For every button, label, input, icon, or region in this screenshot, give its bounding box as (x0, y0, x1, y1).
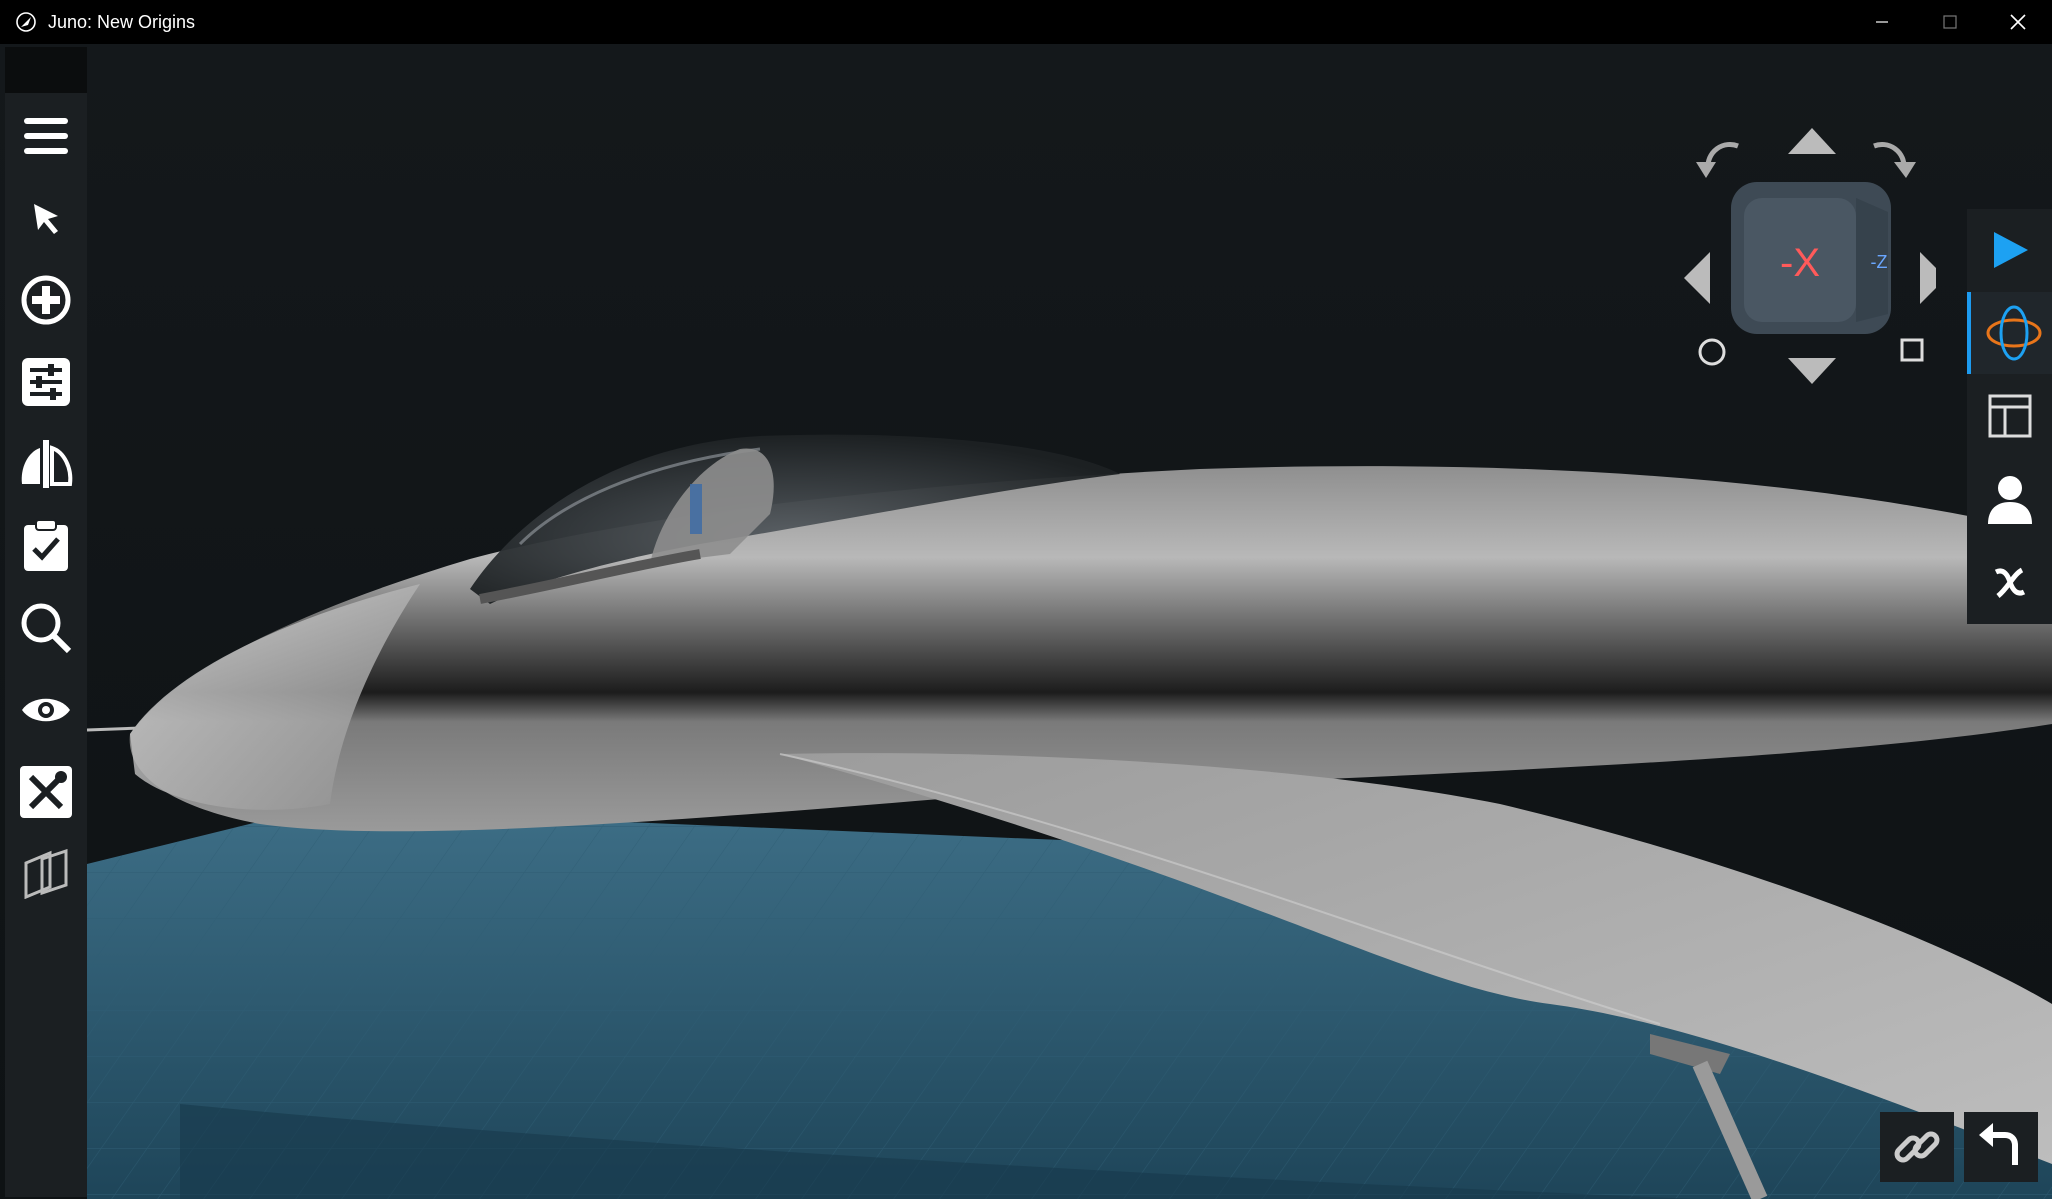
app-icon (16, 12, 36, 32)
symmetry-button[interactable] (13, 431, 79, 497)
layered-views-icon (24, 849, 68, 899)
minimize-icon (1876, 21, 1888, 23)
close-button[interactable] (1984, 0, 2052, 44)
add-part-button[interactable] (13, 267, 79, 333)
orbit-view-button[interactable] (1967, 292, 2052, 374)
left-toolbar (5, 47, 87, 1197)
hamburger-menu-icon (24, 118, 68, 154)
rotate-right-icon[interactable] (1873, 141, 1916, 178)
search-button[interactable] (13, 595, 79, 661)
play-icon (1993, 232, 2028, 268)
cube-face-label: -X (1780, 241, 1820, 285)
close-icon (2010, 14, 2026, 30)
maximize-button[interactable] (1916, 0, 1984, 44)
right-toolbar (1967, 209, 2052, 624)
pan-up-icon[interactable] (1788, 128, 1836, 154)
link-button[interactable] (1880, 1112, 1954, 1182)
perspective-icon[interactable] (1698, 338, 1726, 366)
checklist-button[interactable] (13, 513, 79, 579)
link-icon (1894, 1131, 1940, 1163)
search-icon (21, 603, 72, 654)
launch-button[interactable] (1967, 209, 2052, 291)
view-navigation-cube[interactable]: -X -Z (1676, 118, 1936, 398)
app-window: Juno: New Origins -X -Z (0, 0, 2052, 1199)
properties-button[interactable] (13, 349, 79, 415)
menu-button[interactable] (13, 103, 79, 169)
variables-button[interactable] (1967, 541, 2052, 623)
rotate-left-icon[interactable] (1696, 141, 1739, 178)
cube-side-label: -Z (1871, 252, 1888, 272)
wrench-screwdriver-icon (20, 766, 72, 818)
undo-button[interactable] (1964, 1112, 2038, 1182)
view-button[interactable] (13, 677, 79, 743)
pan-right-icon[interactable] (1920, 252, 1936, 304)
sliders-icon (22, 358, 70, 406)
crew-button[interactable] (1967, 458, 2052, 540)
layout-panel-icon (1988, 394, 2031, 438)
orbit-icon (1986, 305, 2041, 361)
designer-viewport[interactable]: -X -Z (0, 44, 2052, 1199)
tools-button[interactable] (13, 759, 79, 825)
pan-left-icon[interactable] (1684, 252, 1710, 304)
select-tool-button[interactable] (13, 185, 79, 251)
person-icon (1987, 476, 2032, 524)
toolbar-header (5, 47, 87, 93)
layout-button[interactable] (1967, 375, 2052, 457)
pan-down-icon[interactable] (1788, 358, 1836, 384)
eye-icon (22, 698, 70, 722)
minimize-button[interactable] (1848, 0, 1916, 44)
symmetry-icon (21, 440, 73, 488)
views-panel-button[interactable] (13, 841, 79, 907)
maximize-icon (1943, 15, 1957, 29)
title-bar: Juno: New Origins (0, 0, 2052, 44)
window-title: Juno: New Origins (48, 11, 196, 32)
orthographic-icon[interactable] (1900, 338, 1924, 362)
clipboard-check-icon (24, 519, 68, 571)
variable-x-icon (1994, 567, 2025, 598)
undo-icon (1979, 1123, 2018, 1165)
plus-circle-icon (21, 275, 71, 325)
cursor-arrow-icon (34, 204, 58, 234)
